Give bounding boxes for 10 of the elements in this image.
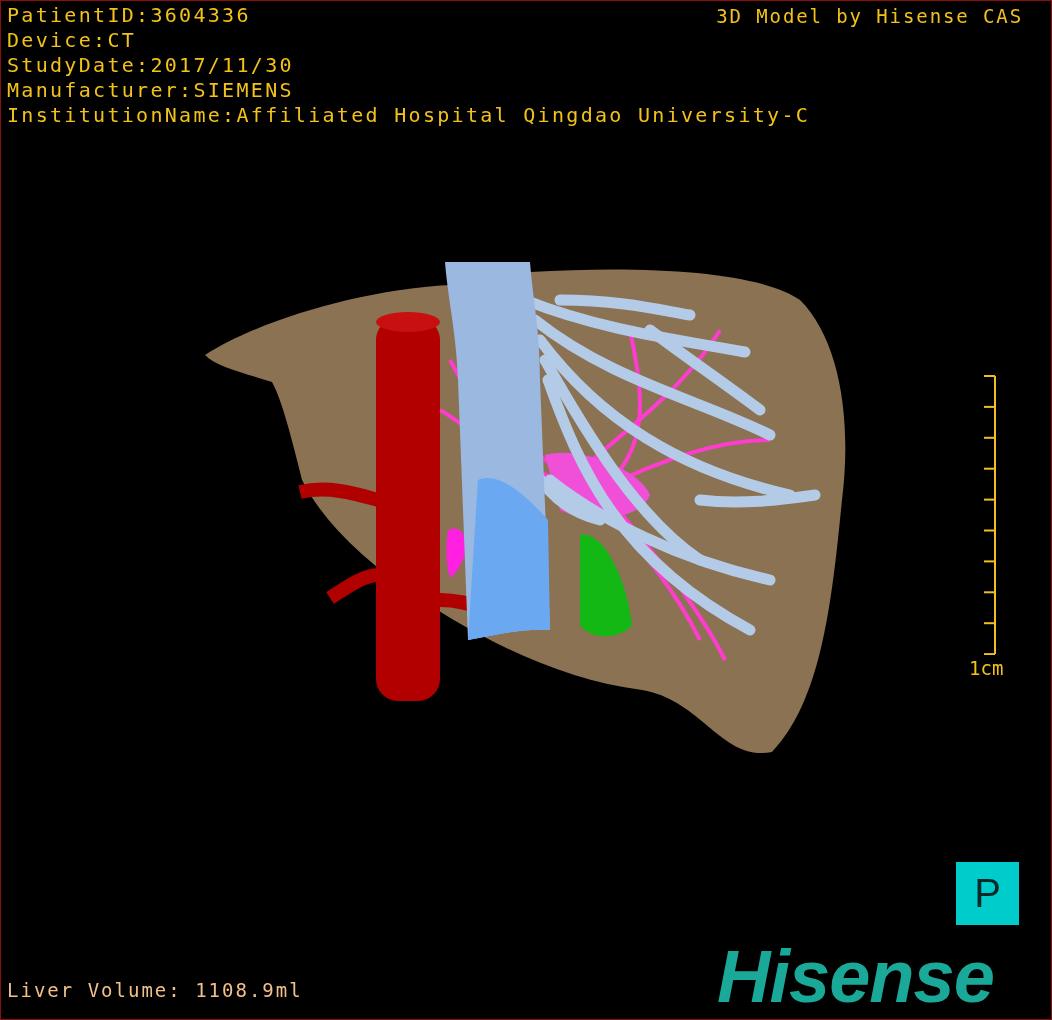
study-info-text: Device:CT [7, 28, 137, 53]
study-info-text: Manufacturer:SIEMENS [7, 78, 294, 103]
liver-volume-text: Liver Volume: 1108.9ml [7, 979, 303, 1001]
study-info-text: StudyDate:2017/11/30 [7, 53, 294, 78]
orientation-marker: P [956, 862, 1019, 925]
credit-text: 3D Model by Hisense CAS [716, 5, 1023, 27]
study-info-text: InstitutionName:Affiliated Hospital Qingdao University-C [7, 103, 811, 128]
scale-label: 1cm [969, 657, 1004, 679]
study-info-text: PatientID:3604336 [7, 3, 251, 28]
logo-text: Hisense [717, 937, 994, 1017]
